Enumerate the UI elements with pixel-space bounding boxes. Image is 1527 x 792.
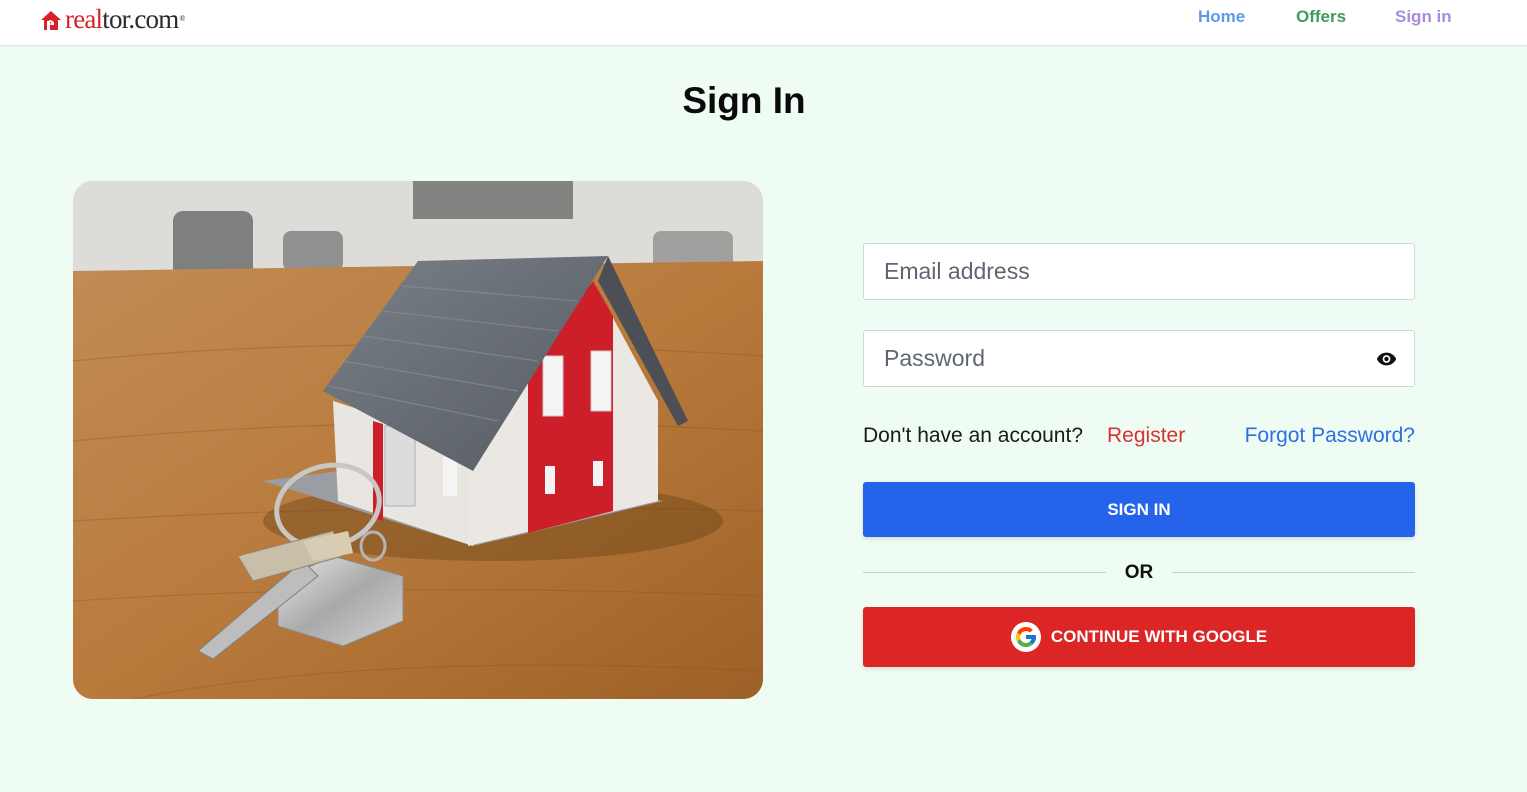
sign-in-button-label: SIGN IN (1107, 499, 1171, 519)
no-account-text: Don't have an account? (863, 424, 1083, 447)
divider-line-right (1172, 572, 1415, 573)
house-logo-icon (41, 11, 61, 30)
google-g-icon (1010, 622, 1041, 652)
forgot-password-link[interactable]: Forgot Password? (1245, 422, 1415, 450)
register-link[interactable]: Register (1107, 422, 1185, 450)
sign-in-button[interactable]: SIGN IN (863, 482, 1415, 537)
email-field-container (863, 243, 1415, 300)
realtor-logo[interactable]: realtor.com® (40, 4, 186, 34)
google-button-label: CONTINUE WITH GOOGLE (1050, 627, 1268, 646)
top-navbar: realtor.com® Home Offers Sign in (0, 0, 1527, 46)
nav-home-link[interactable]: Home (1198, 6, 1245, 28)
house-with-keys-image (73, 181, 763, 699)
password-field[interactable] (864, 331, 1414, 386)
eye-icon[interactable] (1375, 348, 1398, 370)
continue-with-google-button[interactable]: CONTINUE WITH GOOGLE (863, 607, 1415, 667)
page-title: Sign In (682, 80, 806, 121)
account-links-row: Don't have an account? Register Forgot P… (863, 422, 1415, 450)
or-text: OR (1124, 562, 1154, 583)
nav-offers-link[interactable]: Offers (1296, 6, 1346, 28)
or-divider: OR (863, 560, 1415, 586)
nav-signin-link[interactable]: Sign in (1395, 6, 1452, 28)
logo-wordmark: realtor.com® (65, 4, 186, 34)
password-field-container (863, 330, 1415, 387)
email-field[interactable] (864, 244, 1414, 299)
